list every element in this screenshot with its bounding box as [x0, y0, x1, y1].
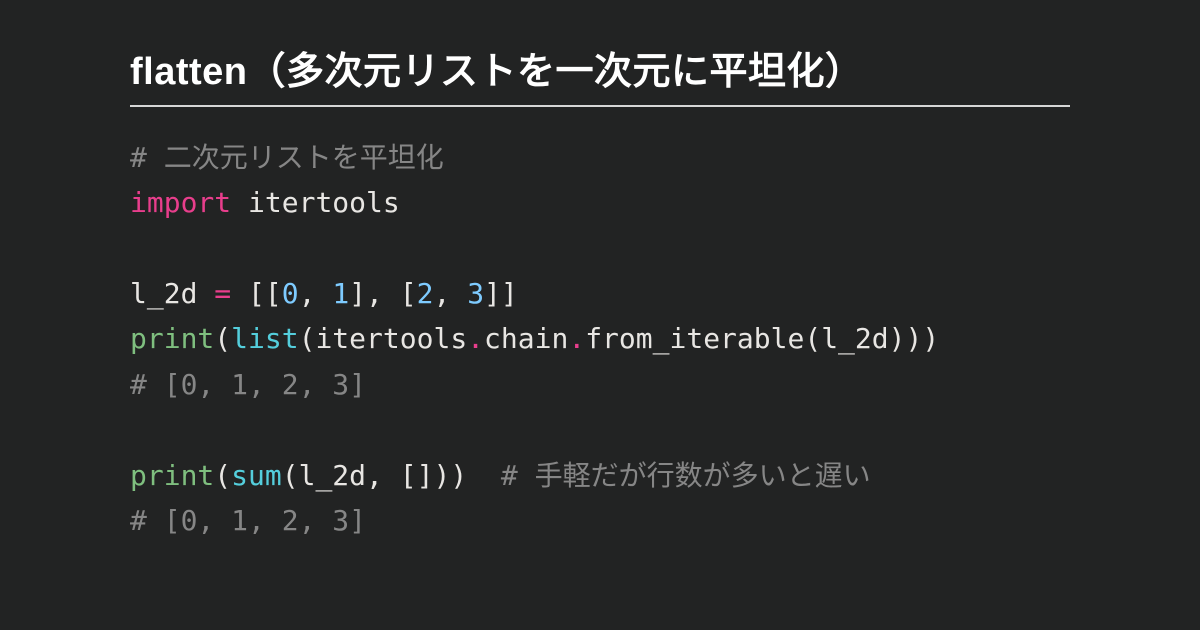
- code-paren: (: [214, 459, 231, 492]
- code-comment: # 二次元リストを平坦化: [130, 141, 444, 174]
- code-paren: (: [804, 322, 821, 355]
- code-module: itertools: [248, 186, 400, 219]
- code-keyword-import: import: [130, 186, 231, 219]
- code-func-print: print: [130, 459, 214, 492]
- code-dot: .: [467, 322, 484, 355]
- code-pad: [467, 459, 501, 492]
- code-number: 2: [417, 277, 434, 310]
- code-variable: l_2d: [130, 277, 197, 310]
- code-arg-sep: , []: [366, 459, 433, 492]
- code-bracket: ]]: [484, 277, 518, 310]
- code-bracket: [[: [248, 277, 282, 310]
- code-member: chain: [484, 322, 568, 355]
- code-op-assign: =: [197, 277, 248, 310]
- code-comma: ,: [299, 277, 333, 310]
- code-paren: (: [299, 322, 316, 355]
- code-arg: l_2d: [821, 322, 888, 355]
- code-paren: ))): [889, 322, 940, 355]
- code-arg: l_2d: [299, 459, 366, 492]
- snippet-title: flatten（多次元リストを一次元に平坦化）: [130, 40, 1070, 107]
- code-builtin-list: list: [231, 322, 298, 355]
- code-number: 1: [332, 277, 349, 310]
- code-paren: (: [282, 459, 299, 492]
- code-bracket: ], [: [349, 277, 416, 310]
- code-func-print: print: [130, 322, 214, 355]
- code-output-comment: # [0, 1, 2, 3]: [130, 368, 366, 401]
- code-paren: )): [433, 459, 467, 492]
- code-inline-comment: # 手軽だが行数が多いと遅い: [501, 459, 871, 492]
- code-output-comment: # [0, 1, 2, 3]: [130, 504, 366, 537]
- code-snippet-card: flatten（多次元リストを一次元に平坦化） # 二次元リストを平坦化 imp…: [0, 0, 1200, 543]
- code-dot: .: [568, 322, 585, 355]
- code-number: 3: [467, 277, 484, 310]
- code-member: from_iterable: [585, 322, 804, 355]
- code-module-ref: itertools: [315, 322, 467, 355]
- code-comma: ,: [433, 277, 467, 310]
- code-number: 0: [282, 277, 299, 310]
- code-builtin-sum: sum: [231, 459, 282, 492]
- code-block: # 二次元リストを平坦化 import itertools l_2d = [[0…: [130, 135, 1070, 543]
- code-paren: (: [214, 322, 231, 355]
